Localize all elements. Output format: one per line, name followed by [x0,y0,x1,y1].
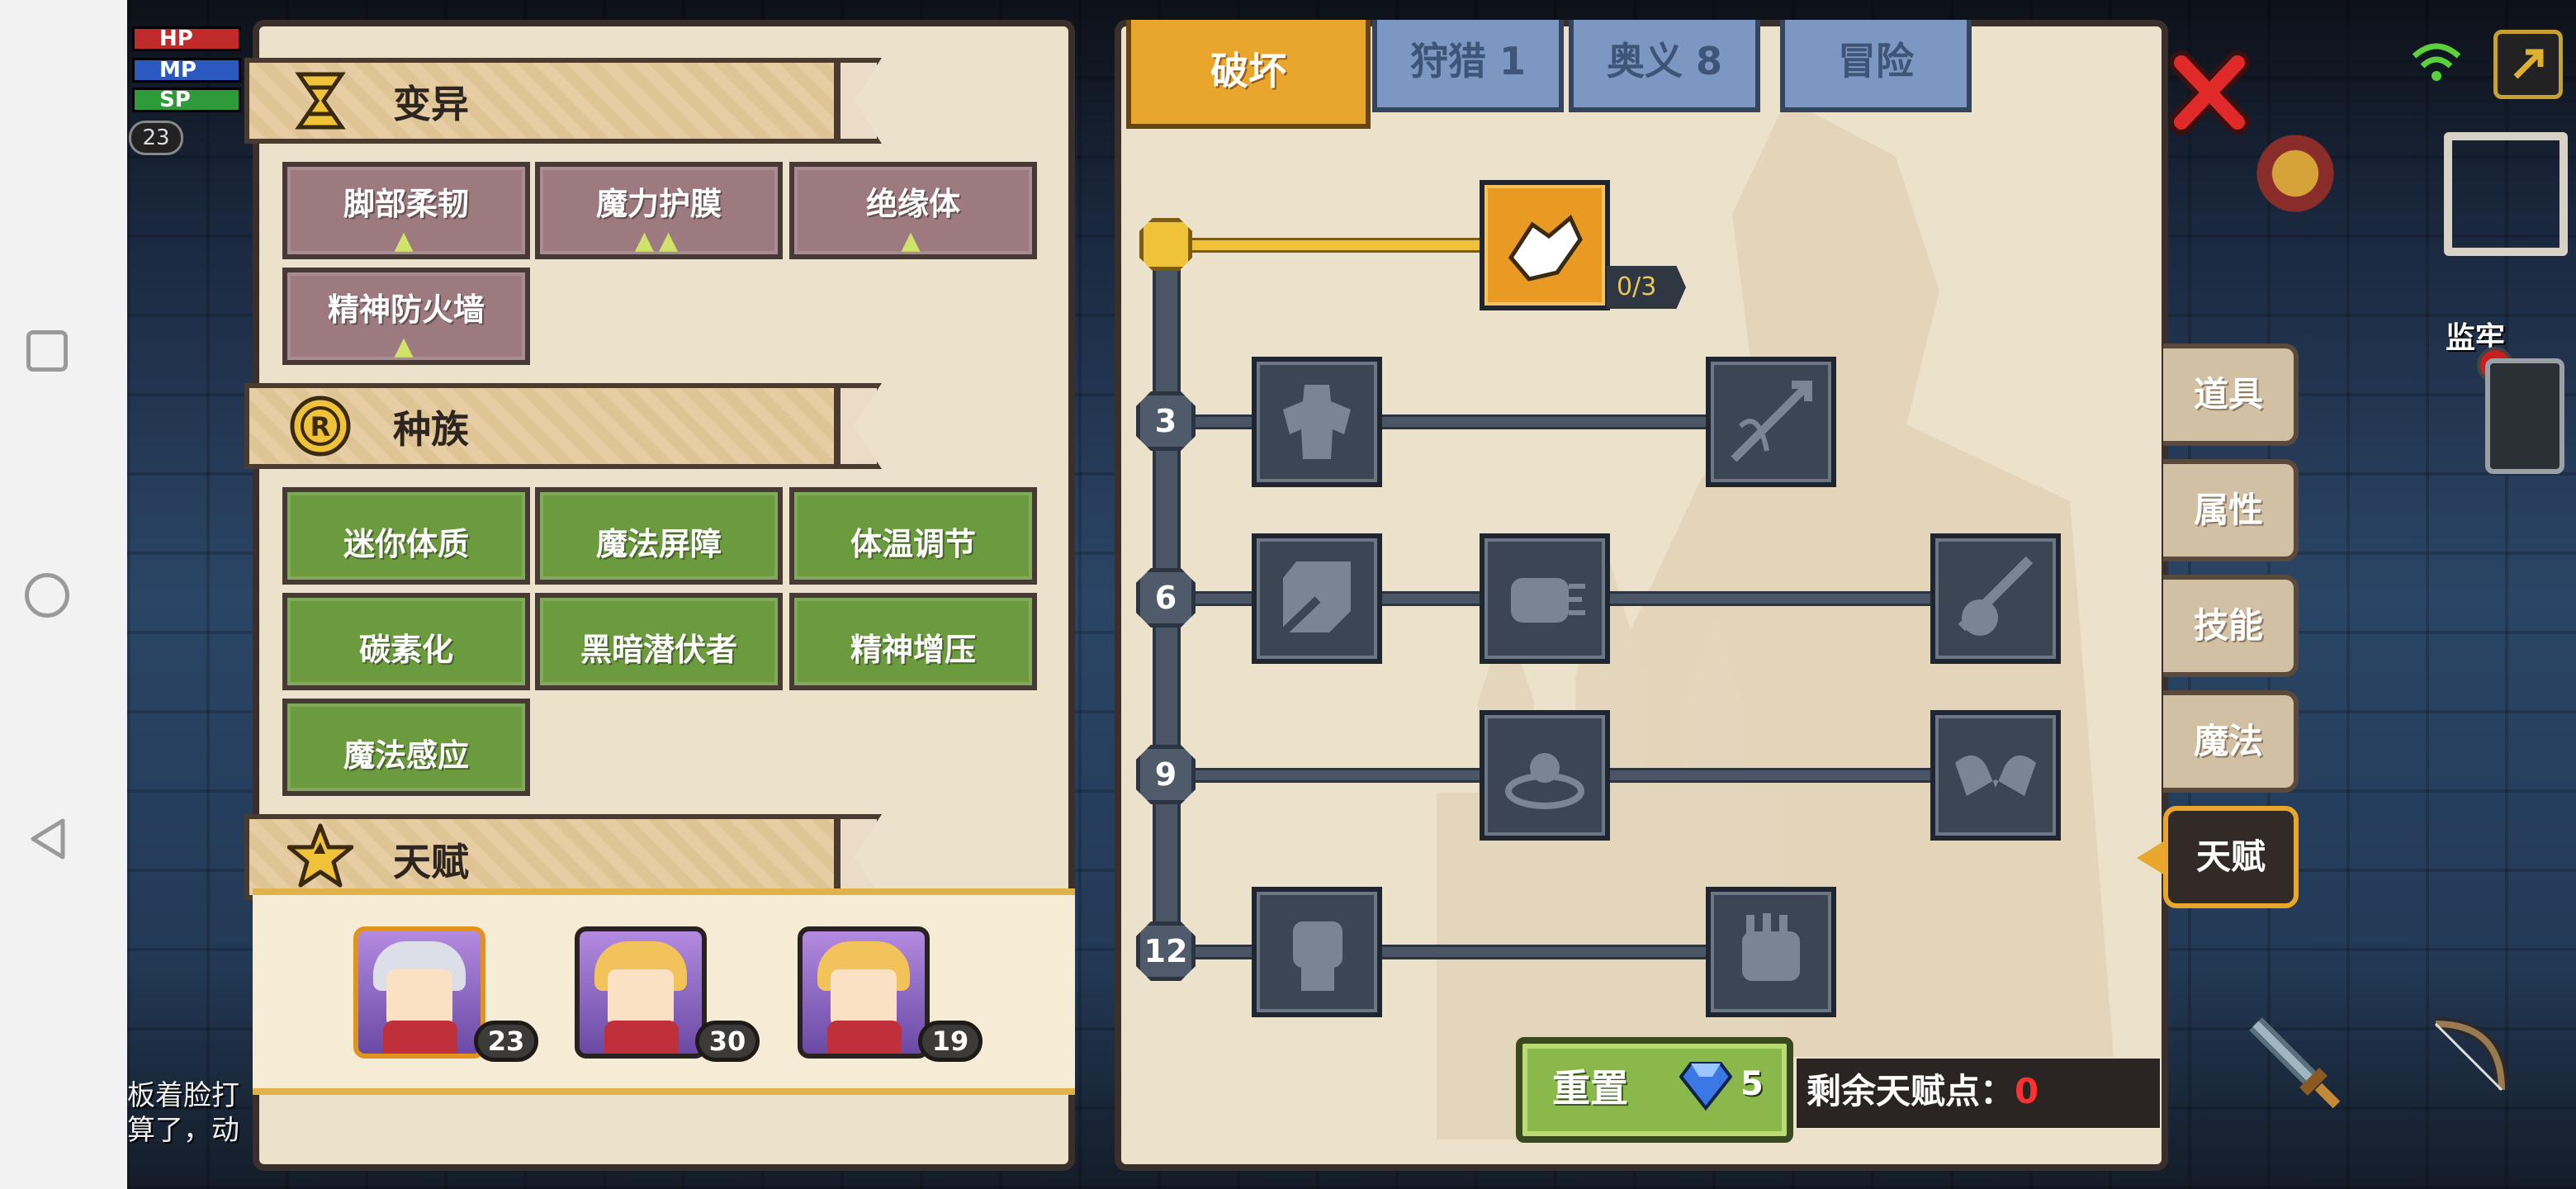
character-portrait[interactable] [798,926,930,1059]
sword-weapon-icon[interactable] [2239,1007,2346,1115]
talent-skill[interactable] [1252,887,1382,1017]
back-button[interactable] [25,816,71,862]
phone-device-icon[interactable] [2485,358,2564,474]
race-r-icon: R [290,396,351,457]
reset-label: 重置 [1552,1066,1628,1111]
talent-skill[interactable] [1252,533,1382,664]
player-level-badge: 23 [129,121,183,155]
recent-apps-button[interactable] [26,330,68,372]
mutation-trait[interactable]: 脚部柔韧 ▲ [282,162,530,259]
rank-marks: ▲ [394,226,419,255]
home-button[interactable] [25,573,69,618]
race-trait[interactable]: 精神增压 [789,593,1037,690]
tab-hunting[interactable]: 狩猎 1 [1372,20,1564,112]
mutation-trait[interactable]: 绝缘体 ▲ [789,162,1037,259]
mutation-trait[interactable]: 魔力护膜 ▲▲ [535,162,783,259]
muscle-body-icon [1283,385,1351,459]
svg-text:R: R [310,411,331,443]
side-tab-attributes[interactable]: 属性 [2163,459,2299,561]
tier-node: 6 [1136,568,1196,628]
talent-skill[interactable] [1252,357,1382,487]
tab-destruction[interactable]: 破坏 [1126,20,1371,129]
tier-node: 12 [1136,921,1196,981]
race-trait[interactable]: 碳素化 [282,593,530,690]
side-tab-magic[interactable]: 魔法 [2163,690,2299,793]
system-nav-bar [0,0,127,1189]
tree-start-node [1139,218,1192,271]
arrow-slash-icon [1731,381,1812,462]
tier-node: 3 [1136,391,1196,451]
character-level-badge: 19 [918,1021,983,1062]
race-trait[interactable]: 体温调节 [789,487,1037,585]
ripple-orb-icon [1505,753,1584,809]
shield-break-icon [1276,561,1351,639]
fist-punch-icon [1511,578,1585,623]
star-icon [287,823,353,888]
remaining-points: 剩余天赋点：0 [1797,1059,2160,1128]
handshake-icon [1508,214,1583,282]
side-tab-skills[interactable]: 技能 [2163,575,2299,677]
reset-cost: 5 [1740,1065,1764,1103]
rank-marks: ▲▲ [634,226,684,255]
remaining-points-label: 剩余天赋点： [1807,1071,2015,1111]
boss-emblem-icon [2237,124,2353,223]
gem-icon [1679,1062,1732,1111]
sp-bar: SP [132,88,241,112]
talent-skill[interactable] [1930,710,2061,841]
mutation-trait[interactable]: 精神防火墙 ▲ [282,268,530,365]
bat-wing-icon [1955,755,2036,796]
talent-progress: 0/3 [1607,266,1686,309]
tree-branch-unlocked [1172,238,1503,253]
close-icon[interactable] [2168,46,2251,137]
race-trait[interactable]: 魔法感应 [282,699,530,796]
talent-skill[interactable] [1930,533,2061,664]
slash-impact-icon [1958,556,2034,636]
hp-bar: HP [132,26,241,51]
arrow-up-right-icon [2513,49,2544,79]
raised-fist-icon [1293,921,1342,991]
minimap[interactable] [2444,132,2568,256]
character-level-badge: 30 [695,1021,760,1062]
exit-map-button[interactable] [2493,30,2563,99]
talent-skill[interactable] [1480,180,1610,310]
talent-title: 天赋 [393,840,469,884]
side-tab-items[interactable]: 道具 [2163,343,2299,446]
talent-skill[interactable] [1480,533,1610,664]
gauntlet-icon [1742,913,1800,981]
character-portrait[interactable] [575,926,707,1059]
remaining-points-value: 0 [2015,1071,2039,1111]
talent-skill[interactable] [1706,357,1836,487]
mp-bar: MP [132,58,241,83]
race-trait[interactable]: 魔法屏障 [535,487,783,585]
tab-adventure[interactable]: 冒险 [1780,20,1972,112]
mutation-title: 变异 [393,82,469,126]
talent-skill[interactable] [1480,710,1610,841]
dna-icon [295,72,346,130]
tab-mystery[interactable]: 奥义 8 [1569,20,1760,112]
race-trait[interactable]: 黑暗潜伏者 [535,593,783,690]
wifi-icon [2412,43,2461,81]
character-portrait[interactable] [353,926,485,1059]
tier-node: 9 [1136,745,1196,804]
rank-marks: ▲ [901,226,926,255]
character-level-badge: 23 [474,1021,538,1062]
bow-weapon-icon[interactable] [2411,1007,2518,1115]
rank-marks: ▲ [394,332,419,361]
race-trait[interactable]: 迷你体质 [282,487,530,585]
side-tab-talent[interactable]: 天赋 [2163,806,2299,908]
race-title: 种族 [393,407,469,452]
talent-skill[interactable] [1706,887,1836,1017]
